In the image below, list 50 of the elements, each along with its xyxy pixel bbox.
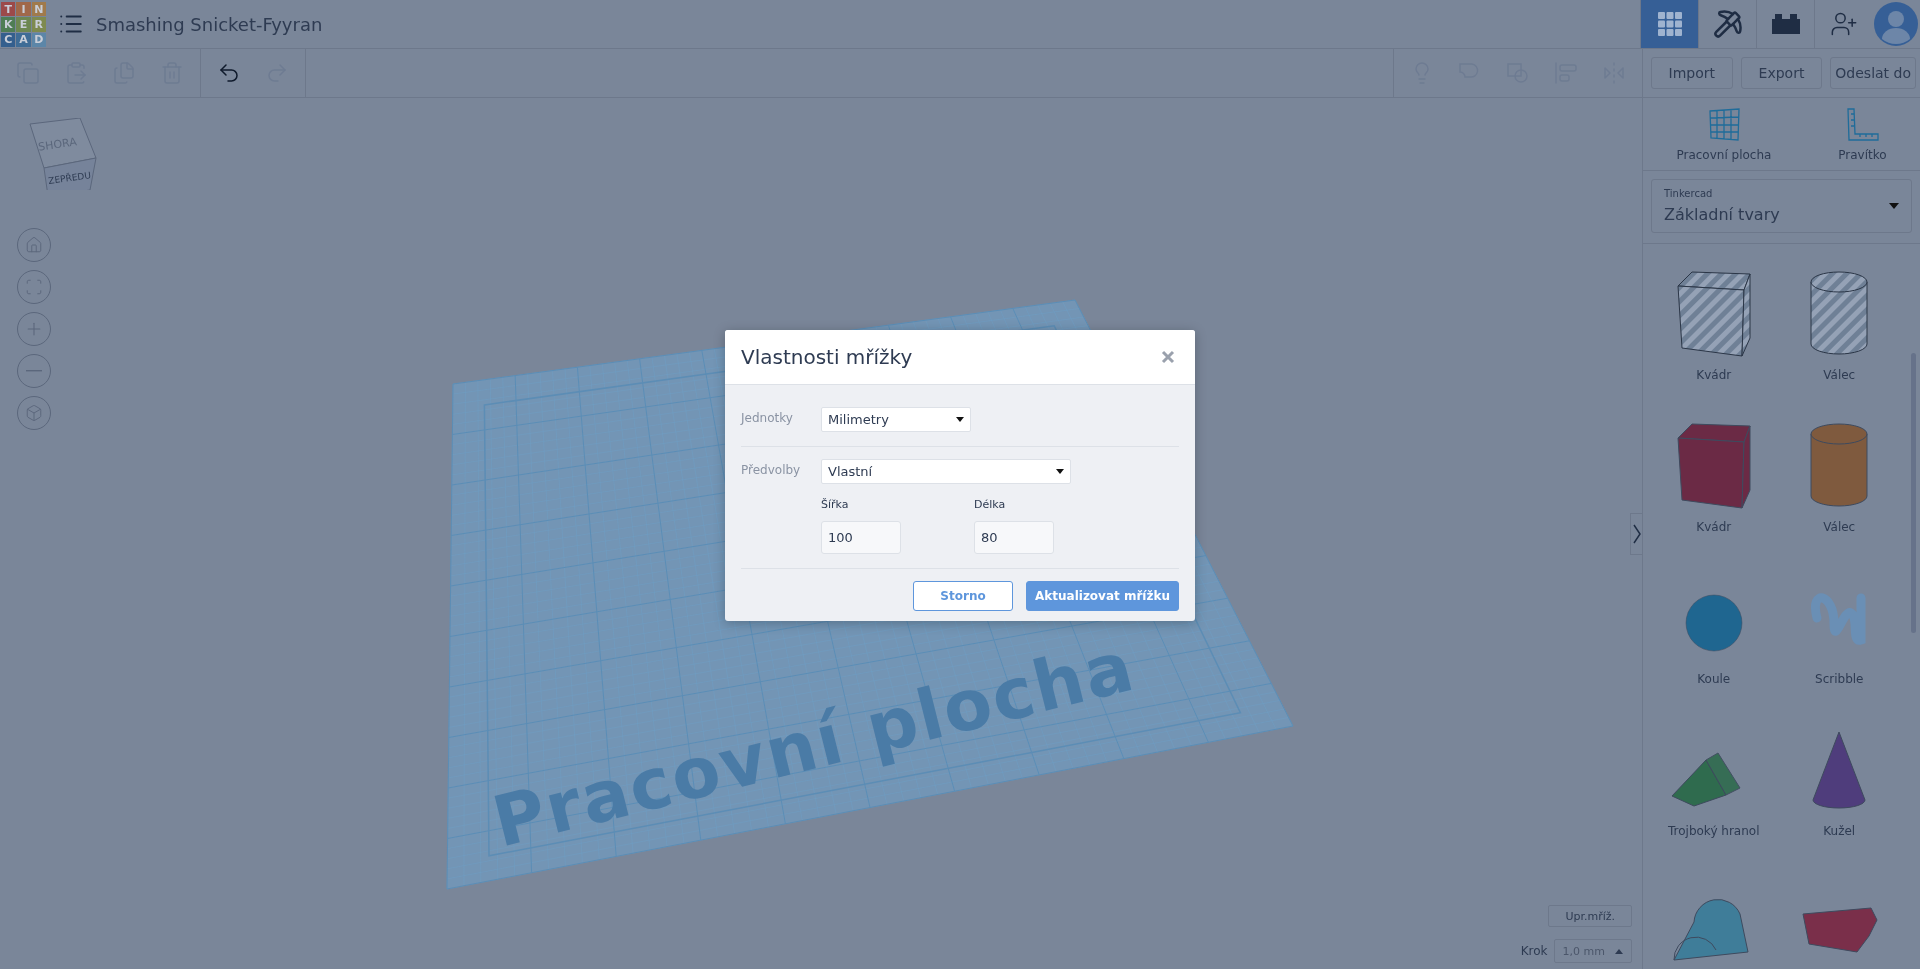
close-icon[interactable] bbox=[1161, 350, 1175, 364]
step-label: Krok bbox=[1520, 944, 1548, 958]
toolbar-button[interactable]: Export bbox=[1740, 57, 1823, 89]
logo[interactable]: T I N K E R C A D bbox=[1, 2, 46, 47]
caret-down-icon bbox=[1889, 203, 1899, 209]
caret-down-icon bbox=[956, 417, 964, 422]
pickaxe-icon bbox=[1712, 9, 1743, 39]
shape-label: Trojboký hranol bbox=[1668, 824, 1760, 838]
length-label: Délka bbox=[974, 498, 1007, 511]
shape-label: Kvádr bbox=[1696, 368, 1732, 382]
project-title: Smashing Snicket-Fyyran bbox=[96, 13, 323, 35]
collapse-panel-button[interactable] bbox=[1630, 513, 1642, 555]
width-label: Šířka bbox=[821, 498, 850, 511]
update-grid-button[interactable]: Aktualizovat mřížku bbox=[1026, 581, 1179, 611]
cube-icon bbox=[25, 404, 43, 422]
edit-grid-button[interactable]: Upr.mříž. bbox=[1548, 905, 1632, 927]
toolbar-button[interactable]: Odeslat do bbox=[1830, 57, 1916, 89]
presets-select[interactable]: Vlastní bbox=[821, 459, 1071, 484]
shape-label: Válec bbox=[1823, 520, 1856, 534]
units-label: Jednotky bbox=[741, 410, 794, 425]
library-select[interactable]: Tinkercad Základní tvary bbox=[1651, 179, 1912, 233]
dialog-title: Vlastnosti mřížky bbox=[741, 345, 913, 369]
units-select[interactable]: Milimetry bbox=[821, 407, 971, 432]
ruler-icon bbox=[1845, 108, 1880, 142]
library-provider: Tinkercad bbox=[1664, 188, 1714, 199]
panel-tool-button[interactable]: Pracovní plocha bbox=[1676, 108, 1772, 162]
caret-up-icon bbox=[1615, 948, 1623, 954]
shape-label: Válec bbox=[1823, 368, 1856, 382]
shape-label: Kužel bbox=[1823, 824, 1856, 838]
panel-tool-button[interactable]: Pravítko bbox=[1838, 108, 1887, 162]
cancel-button[interactable]: Storno bbox=[913, 581, 1013, 611]
brick-icon bbox=[1771, 13, 1800, 35]
shape-label: Kvádr bbox=[1696, 520, 1732, 534]
add-user-icon bbox=[1829, 10, 1858, 38]
library-category: Základní tvary bbox=[1664, 205, 1780, 224]
caret-down-icon bbox=[1056, 469, 1064, 474]
length-input[interactable]: 80 bbox=[974, 521, 1054, 554]
workplane-icon bbox=[1706, 108, 1741, 142]
view-cube-front-label: ZEPŘEDU bbox=[47, 170, 92, 186]
presets-label: Předvolby bbox=[741, 462, 801, 477]
nav-button[interactable] bbox=[1640, 0, 1698, 48]
shape-label: Koule bbox=[1697, 672, 1731, 686]
chevron-right-icon bbox=[1632, 524, 1641, 544]
width-input[interactable]: 100 bbox=[821, 521, 901, 554]
shape-label: Scribble bbox=[1815, 672, 1864, 686]
home-icon bbox=[25, 236, 43, 254]
view-control-button[interactable] bbox=[17, 312, 51, 346]
grid-icon bbox=[1656, 11, 1683, 37]
avatar[interactable] bbox=[1874, 2, 1918, 46]
toolbar-button[interactable]: Import bbox=[1651, 57, 1733, 89]
